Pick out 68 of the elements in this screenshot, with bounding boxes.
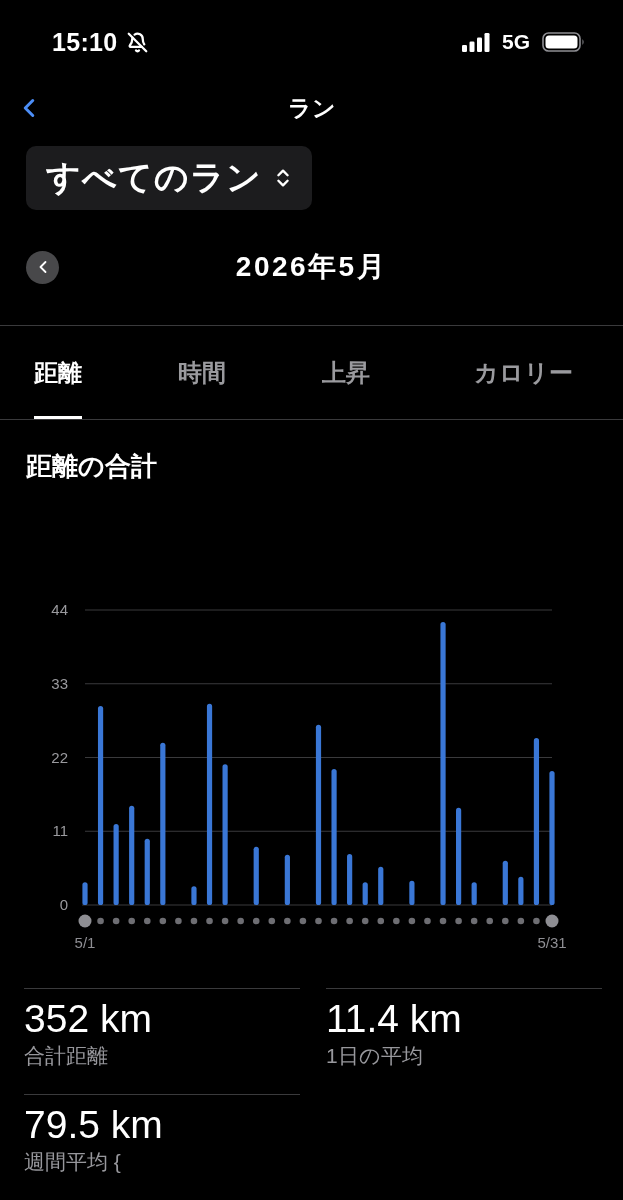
end-dot-icon: [78, 914, 92, 928]
day-dot-icon: [268, 917, 276, 925]
distance-bar: [362, 882, 368, 905]
day-dot-icon: [486, 917, 494, 925]
day-dot-icon: [237, 917, 244, 925]
chart-title: 距離の合計: [26, 452, 157, 480]
day-dot-icon: [424, 917, 431, 925]
y-axis-label: 33: [51, 674, 68, 692]
network-label: 5G: [502, 30, 530, 54]
stat-label: 合計距離: [24, 1044, 108, 1068]
tab[interactable]: 上昇: [322, 326, 370, 419]
day-dot-icon: [502, 917, 509, 925]
distance-bar: [471, 882, 477, 905]
stat-label: 1日の平均: [326, 1044, 423, 1068]
day-dot-icon: [330, 917, 338, 925]
day-dot-icon: [455, 917, 462, 925]
day-dot-icon: [315, 917, 322, 925]
day-dot-icon: [221, 917, 229, 925]
day-dot-icon: [190, 917, 198, 925]
y-axis-label: 44: [51, 601, 68, 618]
day-dot-icon: [408, 917, 416, 925]
distance-bar: [378, 866, 384, 905]
day-dot-icon: [143, 917, 151, 925]
day-dot-icon: [393, 917, 400, 925]
day-dot-icon: [346, 917, 353, 925]
distance-bar: [82, 882, 88, 905]
y-axis-label: 22: [51, 748, 68, 766]
day-dot-icon: [159, 917, 167, 925]
day-dot-icon: [284, 917, 291, 925]
previous-month-button[interactable]: [26, 250, 59, 284]
stat-label: 週間平均 {: [24, 1150, 121, 1174]
day-dot-icon: [112, 917, 120, 925]
run-filter-dropdown[interactable]: すべてのラン: [26, 146, 312, 210]
tab[interactable]: 時間: [178, 326, 226, 419]
signal-icon: [462, 32, 490, 52]
day-dot-icon: [470, 917, 478, 925]
y-axis-label: 0: [59, 896, 68, 913]
status-time: 15:10: [52, 27, 118, 57]
distance-bar: [347, 854, 353, 905]
day-dot-icon: [517, 917, 525, 925]
day-dot-icon: [175, 917, 182, 925]
distance-bar: [144, 838, 150, 905]
distance-bar: [284, 854, 290, 905]
day-dot-icon: [252, 917, 260, 925]
month-title: 2026年5月: [235, 250, 388, 284]
x-axis-label: 5/31: [537, 934, 567, 951]
day-dot-icon: [299, 917, 307, 925]
day-dot-icon: [128, 917, 135, 925]
bell-off-icon: [127, 31, 149, 53]
distance-bar: [409, 880, 415, 905]
distance-bar: [253, 846, 259, 905]
distance-bar: [518, 876, 524, 905]
stat-value: 79.5 km: [24, 1107, 163, 1143]
day-dot-icon: [97, 917, 104, 925]
page-title: ラン: [287, 93, 336, 123]
stat-value: 11.4 km: [326, 1001, 462, 1037]
distance-bar: [502, 860, 508, 905]
day-dot-icon: [377, 917, 385, 925]
end-dot-icon: [545, 914, 559, 928]
tab[interactable]: カロリー: [474, 326, 573, 419]
x-axis-label: 5/1: [74, 934, 96, 951]
day-dot-icon: [439, 917, 447, 925]
distance-bar: [191, 886, 197, 905]
day-dot-icon: [533, 917, 540, 925]
day-dot-icon: [206, 917, 213, 925]
stat-value: 352 km: [24, 1001, 152, 1037]
y-axis-label: 11: [52, 822, 68, 840]
day-dot-icon: [361, 917, 369, 925]
